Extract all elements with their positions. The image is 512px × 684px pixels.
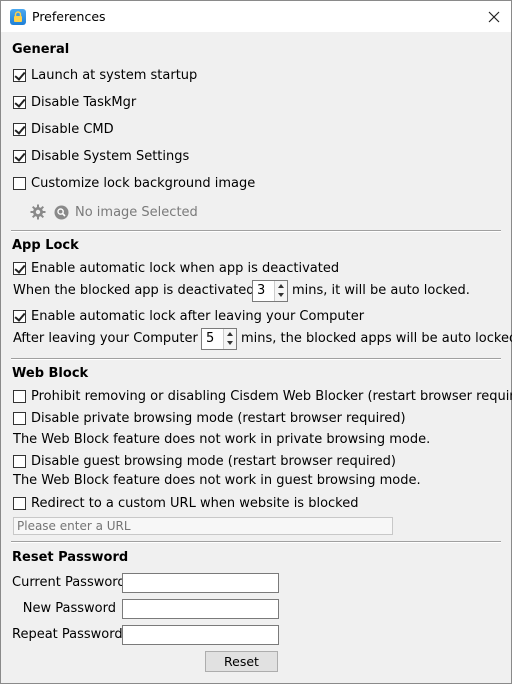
lock-app-icon [10, 9, 26, 25]
launch-startup-label[interactable]: Launch at system startup [31, 68, 197, 83]
current-password-field[interactable] [122, 573, 279, 593]
redirect-custom-url-label[interactable]: Redirect to a custom URL when website is… [31, 496, 359, 511]
disable-cmd-checkbox[interactable] [13, 123, 26, 136]
stepper-up-icon[interactable] [278, 284, 284, 288]
preferences-window: Preferences General Launch at system sta… [0, 0, 512, 684]
prohibit-removing-label[interactable]: Prohibit removing or disabling Cisdem We… [31, 389, 512, 404]
customize-background-label[interactable]: Customize lock background image [31, 176, 255, 191]
deactivated-prefix-text: When the blocked app is deactivated for [13, 283, 277, 298]
leaving-minutes-stepper[interactable]: 5 [201, 328, 237, 350]
deactivated-minutes-stepper[interactable]: 3 [252, 280, 288, 302]
disable-cmd-label[interactable]: Disable CMD [31, 122, 114, 137]
window-title: Preferences [32, 9, 106, 24]
repeat-password-field[interactable] [122, 625, 279, 645]
disable-guest-browsing-label[interactable]: Disable guest browsing mode (restart bro… [31, 454, 396, 469]
stepper-arrows[interactable] [274, 281, 287, 301]
auto-lock-leaving-checkbox[interactable] [13, 310, 26, 323]
disable-system-settings-checkbox[interactable] [13, 150, 26, 163]
general-heading: General [12, 42, 70, 57]
title-bar: Preferences [1, 1, 511, 32]
app-lock-heading: App Lock [12, 238, 79, 253]
stepper-down-icon[interactable] [278, 293, 284, 297]
repeat-password-label: Repeat Password [12, 627, 123, 642]
disable-system-settings-label[interactable]: Disable System Settings [31, 149, 189, 164]
stepper-up-icon[interactable] [227, 332, 233, 336]
leaving-suffix-text: mins, the blocked apps will be auto lock… [241, 331, 512, 346]
disable-private-browsing-checkbox[interactable] [13, 412, 26, 425]
reset-password-heading: Reset Password [12, 550, 129, 565]
prohibit-removing-checkbox[interactable] [13, 390, 26, 403]
web-block-heading: Web Block [12, 366, 89, 381]
new-password-label: New Password [22, 601, 116, 616]
close-button[interactable] [477, 1, 511, 32]
disable-private-browsing-label[interactable]: Disable private browsing mode (restart b… [31, 411, 406, 426]
deactivated-suffix-text: mins, it will be auto locked. [292, 283, 470, 298]
close-icon[interactable] [488, 11, 500, 23]
auto-lock-deactivated-label[interactable]: Enable automatic lock when app is deacti… [31, 261, 339, 276]
search-icon[interactable] [54, 205, 69, 220]
guest-browsing-note: The Web Block feature does not work in g… [13, 473, 421, 488]
custom-url-input[interactable] [13, 517, 393, 535]
stepper-arrows[interactable] [223, 329, 236, 349]
private-browsing-note: The Web Block feature does not work in p… [13, 432, 431, 447]
launch-startup-checkbox[interactable] [13, 69, 26, 82]
disable-taskmgr-checkbox[interactable] [13, 96, 26, 109]
redirect-custom-url-checkbox[interactable] [13, 497, 26, 510]
leaving-prefix-text: After leaving your Computer for [13, 331, 220, 346]
no-image-selected-text: No image Selected [75, 205, 198, 220]
reset-button[interactable]: Reset [205, 651, 278, 672]
separator [11, 541, 501, 543]
auto-lock-deactivated-checkbox[interactable] [13, 262, 26, 275]
gear-icon[interactable] [30, 204, 46, 220]
auto-lock-leaving-label[interactable]: Enable automatic lock after leaving your… [31, 309, 364, 324]
deactivated-minutes-value[interactable]: 3 [257, 283, 265, 298]
stepper-down-icon[interactable] [227, 341, 233, 345]
disable-taskmgr-label[interactable]: Disable TaskMgr [31, 95, 136, 110]
new-password-field[interactable] [122, 599, 279, 619]
customize-background-checkbox[interactable] [13, 177, 26, 190]
current-password-label: Current Password [12, 575, 126, 590]
leaving-minutes-value[interactable]: 5 [206, 331, 214, 346]
separator [11, 358, 501, 360]
separator [11, 230, 501, 232]
disable-guest-browsing-checkbox[interactable] [13, 455, 26, 468]
